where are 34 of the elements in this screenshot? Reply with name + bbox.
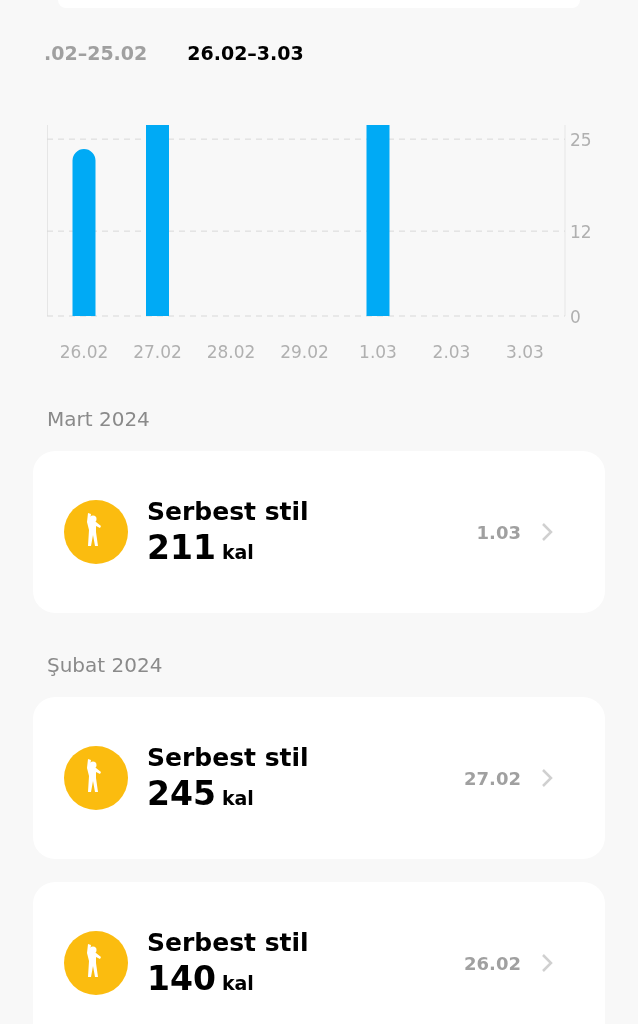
axis-label: 26.02 bbox=[59, 342, 109, 362]
axis-label: 2.03 bbox=[432, 342, 471, 362]
workout-date: 27.02 bbox=[464, 767, 521, 789]
exercise-icon bbox=[64, 931, 128, 995]
axis-label: 25 bbox=[570, 130, 592, 151]
chevron-icon bbox=[541, 768, 553, 788]
axis-label: 28.02 bbox=[206, 342, 256, 362]
calorie-unit: kal bbox=[221, 787, 254, 809]
activity-name: Serbest stil bbox=[147, 497, 309, 526]
workout-card[interactable]: Serbest stil 245 kal 27.02 bbox=[33, 697, 605, 859]
activity-name: Serbest stil bbox=[147, 743, 309, 772]
calorie-unit: kal bbox=[221, 541, 254, 563]
axis-label: 12 bbox=[570, 222, 592, 243]
workout-date: 1.03 bbox=[476, 521, 521, 543]
activity-name: Serbest stil bbox=[147, 928, 309, 957]
month-heading: Şubat 2024 bbox=[47, 653, 164, 677]
exercise-icon bbox=[64, 746, 128, 810]
week-tab[interactable]: 26.02–3.03 bbox=[187, 40, 304, 66]
calorie-value: 211 bbox=[147, 528, 216, 567]
axis-label: 0 bbox=[570, 307, 581, 327]
month-heading: Mart 2024 bbox=[47, 407, 151, 431]
chevron-icon bbox=[541, 522, 553, 542]
axis-label: 29.02 bbox=[280, 342, 329, 362]
chevron-icon bbox=[541, 953, 553, 973]
calorie-value: 245 bbox=[147, 774, 216, 813]
exercise-icon bbox=[64, 500, 128, 564]
workout-date: 26.02 bbox=[464, 952, 521, 974]
axis-label: 3.03 bbox=[506, 342, 544, 362]
axis-label: 1.03 bbox=[359, 342, 397, 362]
workout-card[interactable]: Serbest stil 211 kal 1.03 bbox=[33, 451, 605, 613]
workout-card[interactable]: Serbest stil 140 kal 26.02 bbox=[33, 882, 605, 1024]
calorie-unit: kal bbox=[221, 972, 254, 994]
calorie-value: 140 bbox=[147, 959, 216, 998]
axis-label: 27.02 bbox=[133, 342, 182, 362]
